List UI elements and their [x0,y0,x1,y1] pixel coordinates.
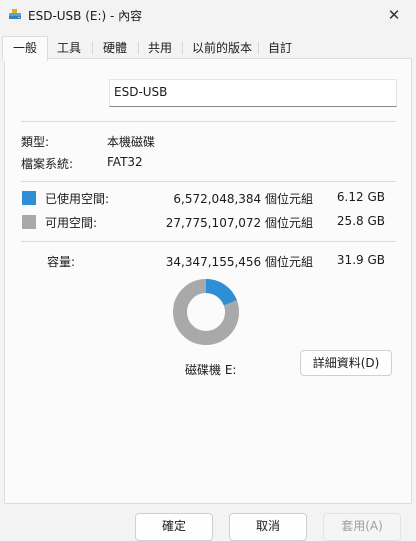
close-icon: ✕ [387,6,401,24]
tab-hardware[interactable]: 硬體 [94,38,136,58]
tab-customize[interactable]: 自訂 [260,38,300,58]
cancel-button[interactable]: 取消 [229,513,307,541]
apply-button[interactable]: 套用(A) [323,513,401,541]
close-button[interactable]: ✕ [372,0,416,30]
divider [21,241,396,242]
type-label: 類型: [21,135,50,149]
divider [21,181,396,182]
used-space-bytes: 6,572,048,384 個位元組 [173,192,313,206]
tab-general[interactable]: 一般 [2,36,48,61]
tab-sharing[interactable]: 共用 [140,38,180,58]
tab-tools[interactable]: 工具 [48,38,90,58]
used-space-size: 6.12 GB [336,190,385,204]
filesystem-value: FAT32 [107,155,143,169]
used-space-label: 已使用空間: [45,192,110,206]
tab-separator [182,42,183,54]
general-panel: ESD-USB 類型: 本機磁碟 檔案系統: FAT32 已使用空間: 6,57… [4,58,412,504]
drive-icon [9,9,21,19]
tab-strip: 一般 工具 硬體 共用 以前的版本 自訂 [0,36,416,61]
free-space-size: 25.8 GB [336,214,385,228]
window-title: ESD-USB (E:) - 內容 [28,9,143,23]
used-space-swatch [22,191,36,205]
free-space-label: 可用空間: [45,216,98,230]
tab-separator [258,42,259,54]
type-value: 本機磁碟 [107,135,156,149]
details-button[interactable]: 詳細資料(D) [300,350,392,376]
title-bar: ESD-USB (E:) - 內容 ✕ [0,0,416,30]
free-space-bytes: 27,775,107,072 個位元組 [165,216,313,230]
capacity-bytes: 34,347,155,456 個位元組 [165,255,313,269]
capacity-size: 31.9 GB [336,253,385,267]
usage-donut-chart [173,279,239,345]
drive-letter-label: 磁碟機 E: [185,363,237,377]
tab-separator [138,42,139,54]
drive-name-field[interactable]: ESD-USB [109,79,397,107]
tab-previous-versions[interactable]: 以前的版本 [186,38,258,58]
ok-button[interactable]: 確定 [135,513,213,541]
tab-separator [92,42,93,54]
free-space-swatch [22,215,36,229]
divider [21,121,396,122]
capacity-label: 容量: [47,255,76,269]
filesystem-label: 檔案系統: [21,157,74,171]
